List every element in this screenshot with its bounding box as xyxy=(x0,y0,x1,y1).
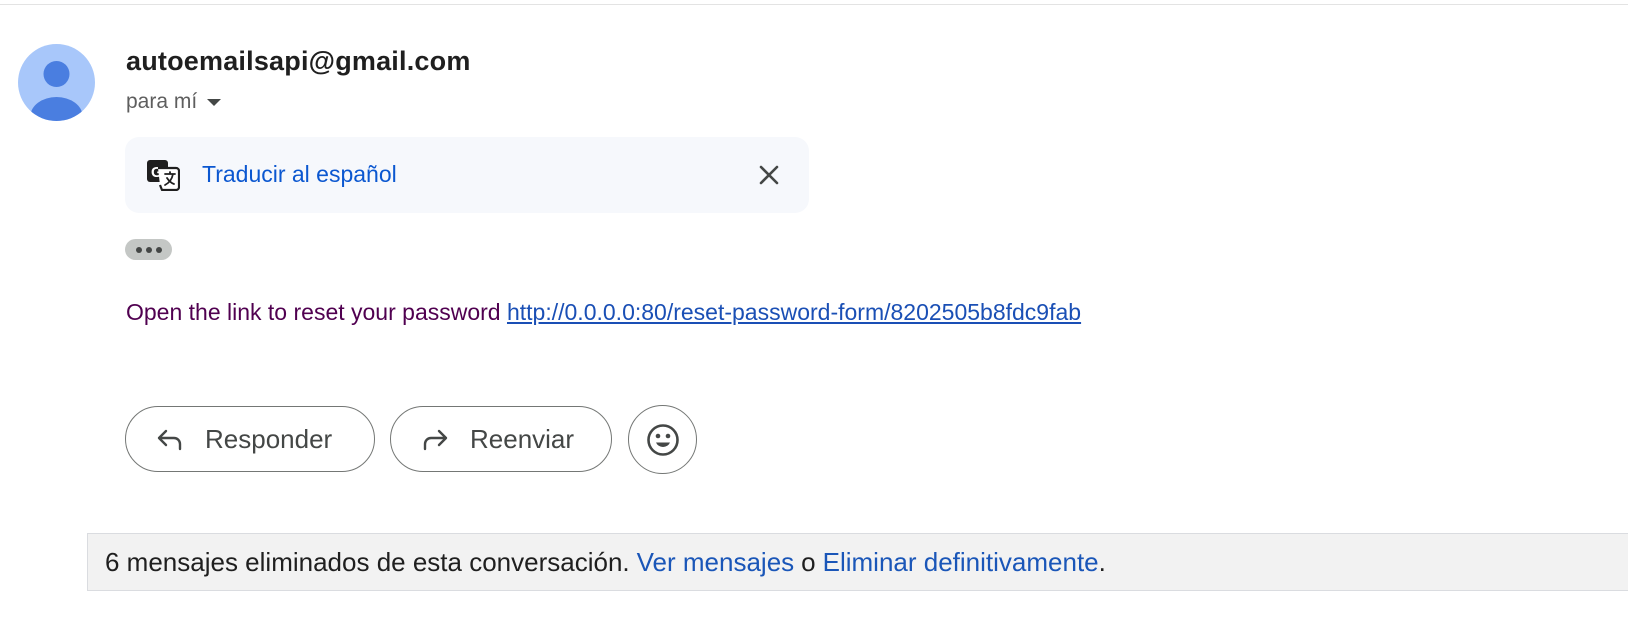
top-divider xyxy=(0,4,1628,5)
notice-end: . xyxy=(1098,546,1106,577)
default-person-avatar-icon xyxy=(30,61,83,121)
forward-button[interactable]: Reenviar xyxy=(390,406,612,472)
show-trimmed-content-button[interactable] xyxy=(125,239,172,260)
reset-password-link[interactable]: http://0.0.0.0:80/reset-password-form/82… xyxy=(507,299,1081,325)
deleted-notice-text: 6 mensajes eliminados de esta conversaci… xyxy=(105,546,630,577)
message-body-text: Open the link to reset your password xyxy=(126,299,501,325)
forward-label: Reenviar xyxy=(470,423,575,454)
sender-avatar[interactable] xyxy=(18,44,95,121)
close-icon[interactable] xyxy=(757,163,781,187)
google-translate-icon: G xyxy=(147,160,180,191)
caret-down-icon xyxy=(207,98,222,106)
translate-bar: G Traducir al español xyxy=(125,137,809,213)
ellipsis-icon xyxy=(145,246,152,253)
reply-label: Responder xyxy=(205,423,333,454)
delete-forever-link[interactable]: Eliminar definitivamente xyxy=(823,547,1099,578)
reply-arrow-icon xyxy=(157,429,182,451)
message-body: Open the link to reset your password htt… xyxy=(126,299,1081,326)
ellipsis-icon xyxy=(135,246,142,253)
view-messages-link[interactable]: Ver mensajes xyxy=(637,547,795,578)
forward-arrow-icon xyxy=(423,429,448,451)
notice-separator: o xyxy=(801,546,816,577)
ellipsis-icon xyxy=(155,246,162,253)
deleted-messages-notice: 6 mensajes eliminados de esta conversaci… xyxy=(87,533,1628,591)
translate-link[interactable]: Traducir al español xyxy=(202,161,397,188)
sender-email: autoemailsapi@gmail.com xyxy=(126,46,471,76)
smiley-emoji-icon xyxy=(646,423,679,456)
recipient-label: para mí xyxy=(126,90,198,113)
recipient-dropdown[interactable]: para mí xyxy=(126,89,222,115)
reply-button[interactable]: Responder xyxy=(125,406,375,472)
emoji-reaction-button[interactable] xyxy=(628,405,697,474)
